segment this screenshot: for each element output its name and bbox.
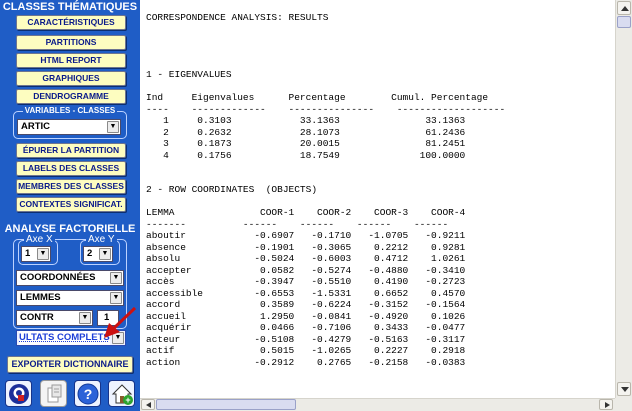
coordinates-row: accueil 1.2950 -0.0841 -0.4920 0.1026 <box>146 310 466 322</box>
coordinates-row: actif 0.5015 -1.0265 0.2227 0.2918 <box>146 345 466 356</box>
coordinates-header: LEMMA COOR-1 COOR-2 COOR-3 COOR-4 <box>146 207 466 218</box>
eigenvalues-row: 4 0.1756 18.7549 100.0000 <box>146 149 466 161</box>
coordinates-row: absolu -0.5024 -0.6003 0.4712 1.0261 <box>146 253 466 264</box>
axis-x-select[interactable]: 1 ▼ <box>21 246 51 262</box>
help-button[interactable]: ? <box>74 380 101 407</box>
coordinates-row: aboutir -0.6907 -0.1710 -1.0705 -0.9211 <box>146 230 466 241</box>
pointer-arrow-icon <box>104 306 137 338</box>
help-icon: ? <box>77 383 99 405</box>
chevron-down-icon[interactable]: ▼ <box>107 121 119 133</box>
coordinates-row: accord 0.3589 -0.6224 -0.3152 -0.1564 <box>146 299 466 310</box>
variables-classes-title: VARIABLES - CLASSES <box>22 106 118 115</box>
partitions-button[interactable]: PARTITIONS <box>16 35 126 50</box>
coordinates-row: acquérir 0.0466 -0.7106 0.3433 -0.0477 <box>146 322 466 333</box>
coordinates-row: action -0.2912 0.2765 -0.2158 -0.0383 <box>146 356 466 368</box>
vertical-scrollbar[interactable] <box>615 0 632 398</box>
coordinates-row: accessible -0.6553 -1.5331 0.6652 0.4570 <box>146 287 466 299</box>
scroll-down-button[interactable] <box>617 382 631 396</box>
q-logo-button[interactable] <box>5 380 32 407</box>
dendrogram-button[interactable]: DENDROGRAMME <box>16 89 126 104</box>
axis-x-value: 1 <box>25 248 31 259</box>
significant-contexts-button[interactable]: CONTEXTES SIGNIFICAT. <box>16 197 126 212</box>
arrow-up-icon <box>621 6 629 11</box>
coordinates-value: COORDONNÉES <box>20 272 96 283</box>
eigenvalues-header: Ind Eigenvalues Percentage Cumul. Percen… <box>146 92 489 103</box>
axis-x-label: Axe X <box>24 234 55 246</box>
chevron-down-icon[interactable]: ▼ <box>37 248 49 260</box>
chevron-down-icon[interactable]: ▼ <box>99 248 111 260</box>
section-title-thematic-classes: CLASSES THÉMATIQUES <box>2 1 138 13</box>
svg-text:?: ? <box>84 386 93 402</box>
scroll-left-button[interactable] <box>141 399 155 410</box>
eigenvalues-section-title: 1 - EIGENVALUES <box>146 69 232 80</box>
results-text-area[interactable]: CORRESPONDENCE ANALYSIS: RESULTS 1 - EIG… <box>140 0 615 398</box>
axis-y-label: Axe Y <box>86 234 117 246</box>
export-dictionary-button[interactable]: EXPORTER DICTIONNAIRE <box>7 356 133 373</box>
chevron-down-icon[interactable]: ▼ <box>79 312 91 324</box>
lemmas-value: LEMMES <box>20 292 61 303</box>
coordinates-row: acteur -0.5108 -0.4279 -0.5163 -0.3117 <box>146 333 466 345</box>
results-title: CORRESPONDENCE ANALYSIS: RESULTS <box>146 11 329 23</box>
horizontal-scroll-thumb[interactable] <box>156 399 296 410</box>
scrollbar-corner <box>615 398 632 411</box>
horizontal-scrollbar[interactable] <box>140 398 615 411</box>
document-button[interactable] <box>40 380 67 407</box>
arrow-down-icon <box>621 387 629 392</box>
coordinates-row: accepter 0.0582 -0.5274 -0.4880 -0.3410 <box>146 264 466 276</box>
variables-classes-value: ARTIC <box>21 121 51 132</box>
lemmas-select[interactable]: LEMMES ▼ <box>16 290 124 306</box>
home-button[interactable]: + <box>108 380 135 407</box>
axis-y-select[interactable]: 2 ▼ <box>83 246 113 262</box>
contribution-select[interactable]: CONTR ▼ <box>16 310 93 326</box>
eigenvalues-row: 2 0.2632 28.1073 61.2436 <box>146 126 466 138</box>
eigenvalues-rule: ---- ------------- --------------- -----… <box>146 103 506 115</box>
class-members-button[interactable]: MEMBRES DES CLASSES <box>16 179 126 194</box>
row-coordinates-section-title: 2 - ROW COORDINATES (OBJECTS) <box>146 184 318 195</box>
characteristics-button[interactable]: CARACTÉRISTIQUES <box>16 15 126 30</box>
eigenvalues-row: 1 0.3103 33.1363 33.1363 <box>146 115 466 126</box>
axis-y-value: 2 <box>87 248 93 259</box>
variables-classes-select[interactable]: ARTIC ▼ <box>17 119 121 135</box>
coordinates-rule: ------- ------ ------ ------ ------ <box>146 218 449 230</box>
contribution-value: CONTR <box>20 312 54 323</box>
html-report-button[interactable]: HTML REPORT <box>16 53 126 68</box>
q-logo-icon <box>9 384 29 404</box>
arrow-right-icon <box>605 402 610 408</box>
eigenvalues-row: 3 0.1873 20.0015 81.2451 <box>146 138 466 149</box>
arrow-left-icon <box>146 402 151 408</box>
section-title-factorial-analysis: ANALYSE FACTORIELLE <box>4 223 136 235</box>
chevron-down-icon[interactable]: ▼ <box>110 272 122 284</box>
purge-partition-button[interactable]: ÉPURER LA PARTITION <box>16 143 126 158</box>
class-labels-button[interactable]: LABELS DES CLASSES <box>16 161 126 176</box>
results-text: CORRESPONDENCE ANALYSIS: RESULTS 1 - EIG… <box>146 0 505 368</box>
coordinates-row: absence -0.1901 -0.3065 0.2212 0.9281 <box>146 241 466 253</box>
chevron-down-icon[interactable]: ▼ <box>110 292 122 304</box>
scroll-right-button[interactable] <box>599 399 613 410</box>
document-icon <box>47 384 62 403</box>
scroll-up-button[interactable] <box>617 1 631 15</box>
graphics-button[interactable]: GRAPHIQUES <box>16 71 126 86</box>
svg-text:+: + <box>125 395 130 405</box>
coordinates-select[interactable]: COORDONNÉES ▼ <box>16 270 124 286</box>
control-panel: CLASSES THÉMATIQUES CARACTÉRISTIQUES PAR… <box>0 0 140 411</box>
results-type-value: ULTATS COMPLETS <box>19 331 110 345</box>
home-icon: + <box>111 384 133 405</box>
vertical-scroll-thumb[interactable] <box>617 16 631 28</box>
coordinates-row: accès -0.3947 -0.5510 0.4190 -0.2723 <box>146 276 466 287</box>
